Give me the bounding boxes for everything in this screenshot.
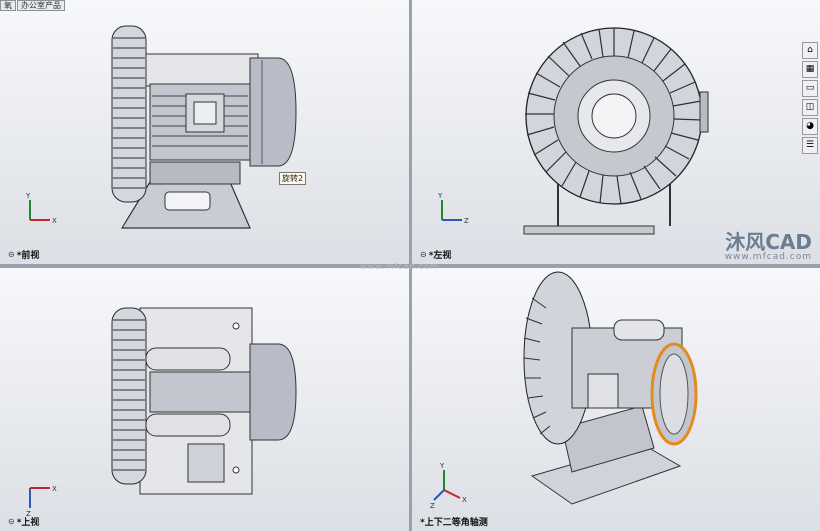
- view-palette-icon[interactable]: ◫: [802, 99, 818, 116]
- view-glasses-icon: ⊝: [8, 250, 15, 259]
- design-library-icon[interactable]: ▦: [802, 61, 818, 78]
- svg-text:Y: Y: [437, 192, 443, 200]
- triad-front: Y X: [25, 192, 57, 225]
- viewport-left[interactable]: Y Z ⌂ ▦ ▭ ◫ ◕ ☰ 沐风CAD www.mfcad.com ⊝ *左视: [412, 0, 820, 264]
- svg-text:Y: Y: [439, 462, 445, 470]
- task-pane-tabs: ⌂ ▦ ▭ ◫ ◕ ☰: [802, 42, 818, 154]
- svg-text:Z: Z: [430, 502, 435, 510]
- view-glasses-icon: ⊝: [420, 250, 427, 259]
- svg-text:X: X: [462, 496, 467, 504]
- view-label-top: ⊝ *上视: [8, 515, 39, 528]
- svg-text:Z: Z: [464, 217, 469, 225]
- watermark-url: www.mfcad.com: [724, 252, 812, 262]
- svg-text:X: X: [52, 485, 57, 493]
- watermark-center: www.mfcad.com: [360, 262, 440, 271]
- resources-icon[interactable]: ⌂: [802, 42, 818, 59]
- triad-iso: Y X Z: [430, 462, 467, 510]
- view-name: *上下二等角轴测: [420, 518, 488, 528]
- tab-1[interactable]: 办公室产品: [17, 0, 65, 11]
- triad-left: Y Z: [437, 192, 469, 225]
- view-name: *前视: [16, 251, 40, 261]
- viewport-isometric[interactable]: Y X Z *上下二等角轴测: [412, 268, 820, 531]
- watermark-brand: 沐风CAD: [725, 230, 812, 254]
- rotate-callout: 旋转2: [279, 172, 307, 185]
- view-name: *上视: [16, 518, 40, 528]
- svg-text:X: X: [52, 217, 57, 225]
- appearance-palette-icon[interactable]: ◕: [802, 118, 818, 135]
- file-explorer-icon[interactable]: ▭: [802, 80, 818, 97]
- tab-0[interactable]: 氧: [0, 0, 16, 11]
- view-label-left: ⊝ *左视: [420, 248, 451, 261]
- document-tabs: 氧 办公室产品: [0, 0, 66, 11]
- svg-text:Y: Y: [25, 192, 31, 200]
- view-glasses-icon: ⊝: [8, 517, 15, 526]
- watermark: 沐风CAD www.mfcad.com: [725, 232, 812, 262]
- custom-properties-icon[interactable]: ☰: [802, 137, 818, 154]
- view-label-iso: *上下二等角轴测: [420, 515, 488, 528]
- view-name: *左视: [428, 251, 452, 261]
- viewport-top[interactable]: Z X ⊝ *上视: [0, 268, 409, 531]
- viewport-front[interactable]: 旋转2 Y X ⊝ *前视: [0, 0, 409, 264]
- view-label-front: ⊝ *前视: [8, 248, 39, 261]
